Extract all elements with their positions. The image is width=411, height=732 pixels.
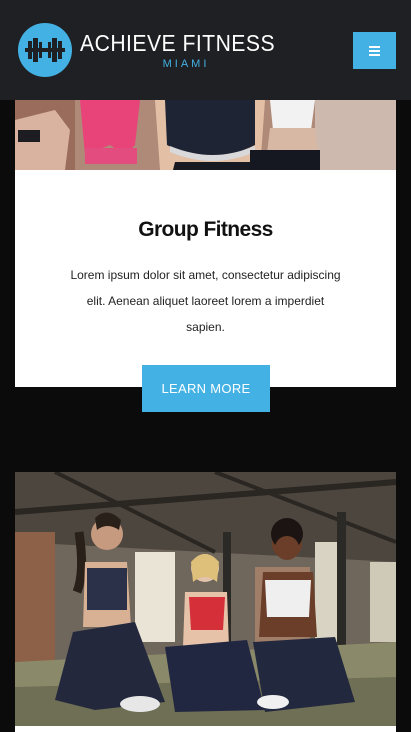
menu-button[interactable] (353, 32, 396, 69)
hamburger-menu-icon (369, 45, 380, 56)
card-image (15, 472, 396, 726)
card-description: Lorem ipsum dolor sit amet, consectetur … (70, 268, 341, 334)
dumbbell-icon (18, 23, 72, 77)
brand-subtitle: MIAMI (162, 57, 210, 70)
page: ACHIEVE FITNESS MIAMI Group Fitness Lore… (0, 0, 411, 732)
learn-more-button[interactable]: LEARN MORE (142, 365, 270, 412)
card-image (15, 100, 396, 170)
card-title: Group Fitness (138, 218, 273, 241)
card-body: Group Fitness Lorem ipsum dolor sit amet… (15, 170, 396, 387)
brand-text: ACHIEVE FITNESS MIAMI (80, 30, 292, 71)
brand-logo[interactable]: ACHIEVE FITNESS MIAMI (18, 23, 292, 77)
card-body (15, 726, 396, 732)
site-header: ACHIEVE FITNESS MIAMI (0, 0, 411, 100)
brand-title: ACHIEVE FITNESS (80, 29, 276, 56)
